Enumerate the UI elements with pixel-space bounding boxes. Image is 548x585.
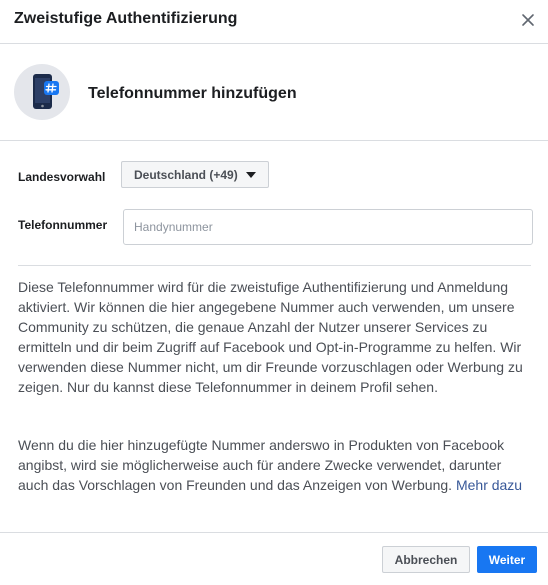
phone-number-label: Telefonnummer: [18, 218, 108, 232]
phone-hash-icon: [14, 64, 70, 120]
cancel-button[interactable]: Abbrechen: [382, 546, 470, 573]
phone-number-input[interactable]: [123, 209, 533, 245]
learn-more-link[interactable]: Mehr dazu: [456, 477, 522, 493]
caret-down-icon: [245, 171, 256, 178]
hero-title: Telefonnummer hinzufügen: [88, 85, 297, 102]
country-code-value: Deutschland (+49): [134, 167, 238, 182]
close-icon[interactable]: [518, 10, 538, 30]
next-button[interactable]: Weiter: [477, 546, 537, 573]
dialog-header: Zweistufige Authentifizierung: [0, 0, 548, 44]
country-code-select[interactable]: Deutschland (+49): [121, 161, 269, 188]
dialog-title: Zweistufige Authentifizierung: [14, 10, 238, 27]
country-code-label: Landesvorwahl: [18, 170, 106, 184]
info-paragraph-2-text: Wenn du die hier hinzugefügte Nummer and…: [18, 437, 505, 493]
dialog-footer: Abbrechen Weiter: [0, 532, 548, 585]
info-paragraph-1: Diese Telefonnummer wird für die zweistu…: [18, 279, 523, 395]
form-divider: [18, 265, 531, 266]
info-paragraph-2: Wenn du die hier hinzugefügte Nummer and…: [18, 435, 530, 495]
hero-section: Telefonnummer hinzufügen: [0, 44, 548, 141]
